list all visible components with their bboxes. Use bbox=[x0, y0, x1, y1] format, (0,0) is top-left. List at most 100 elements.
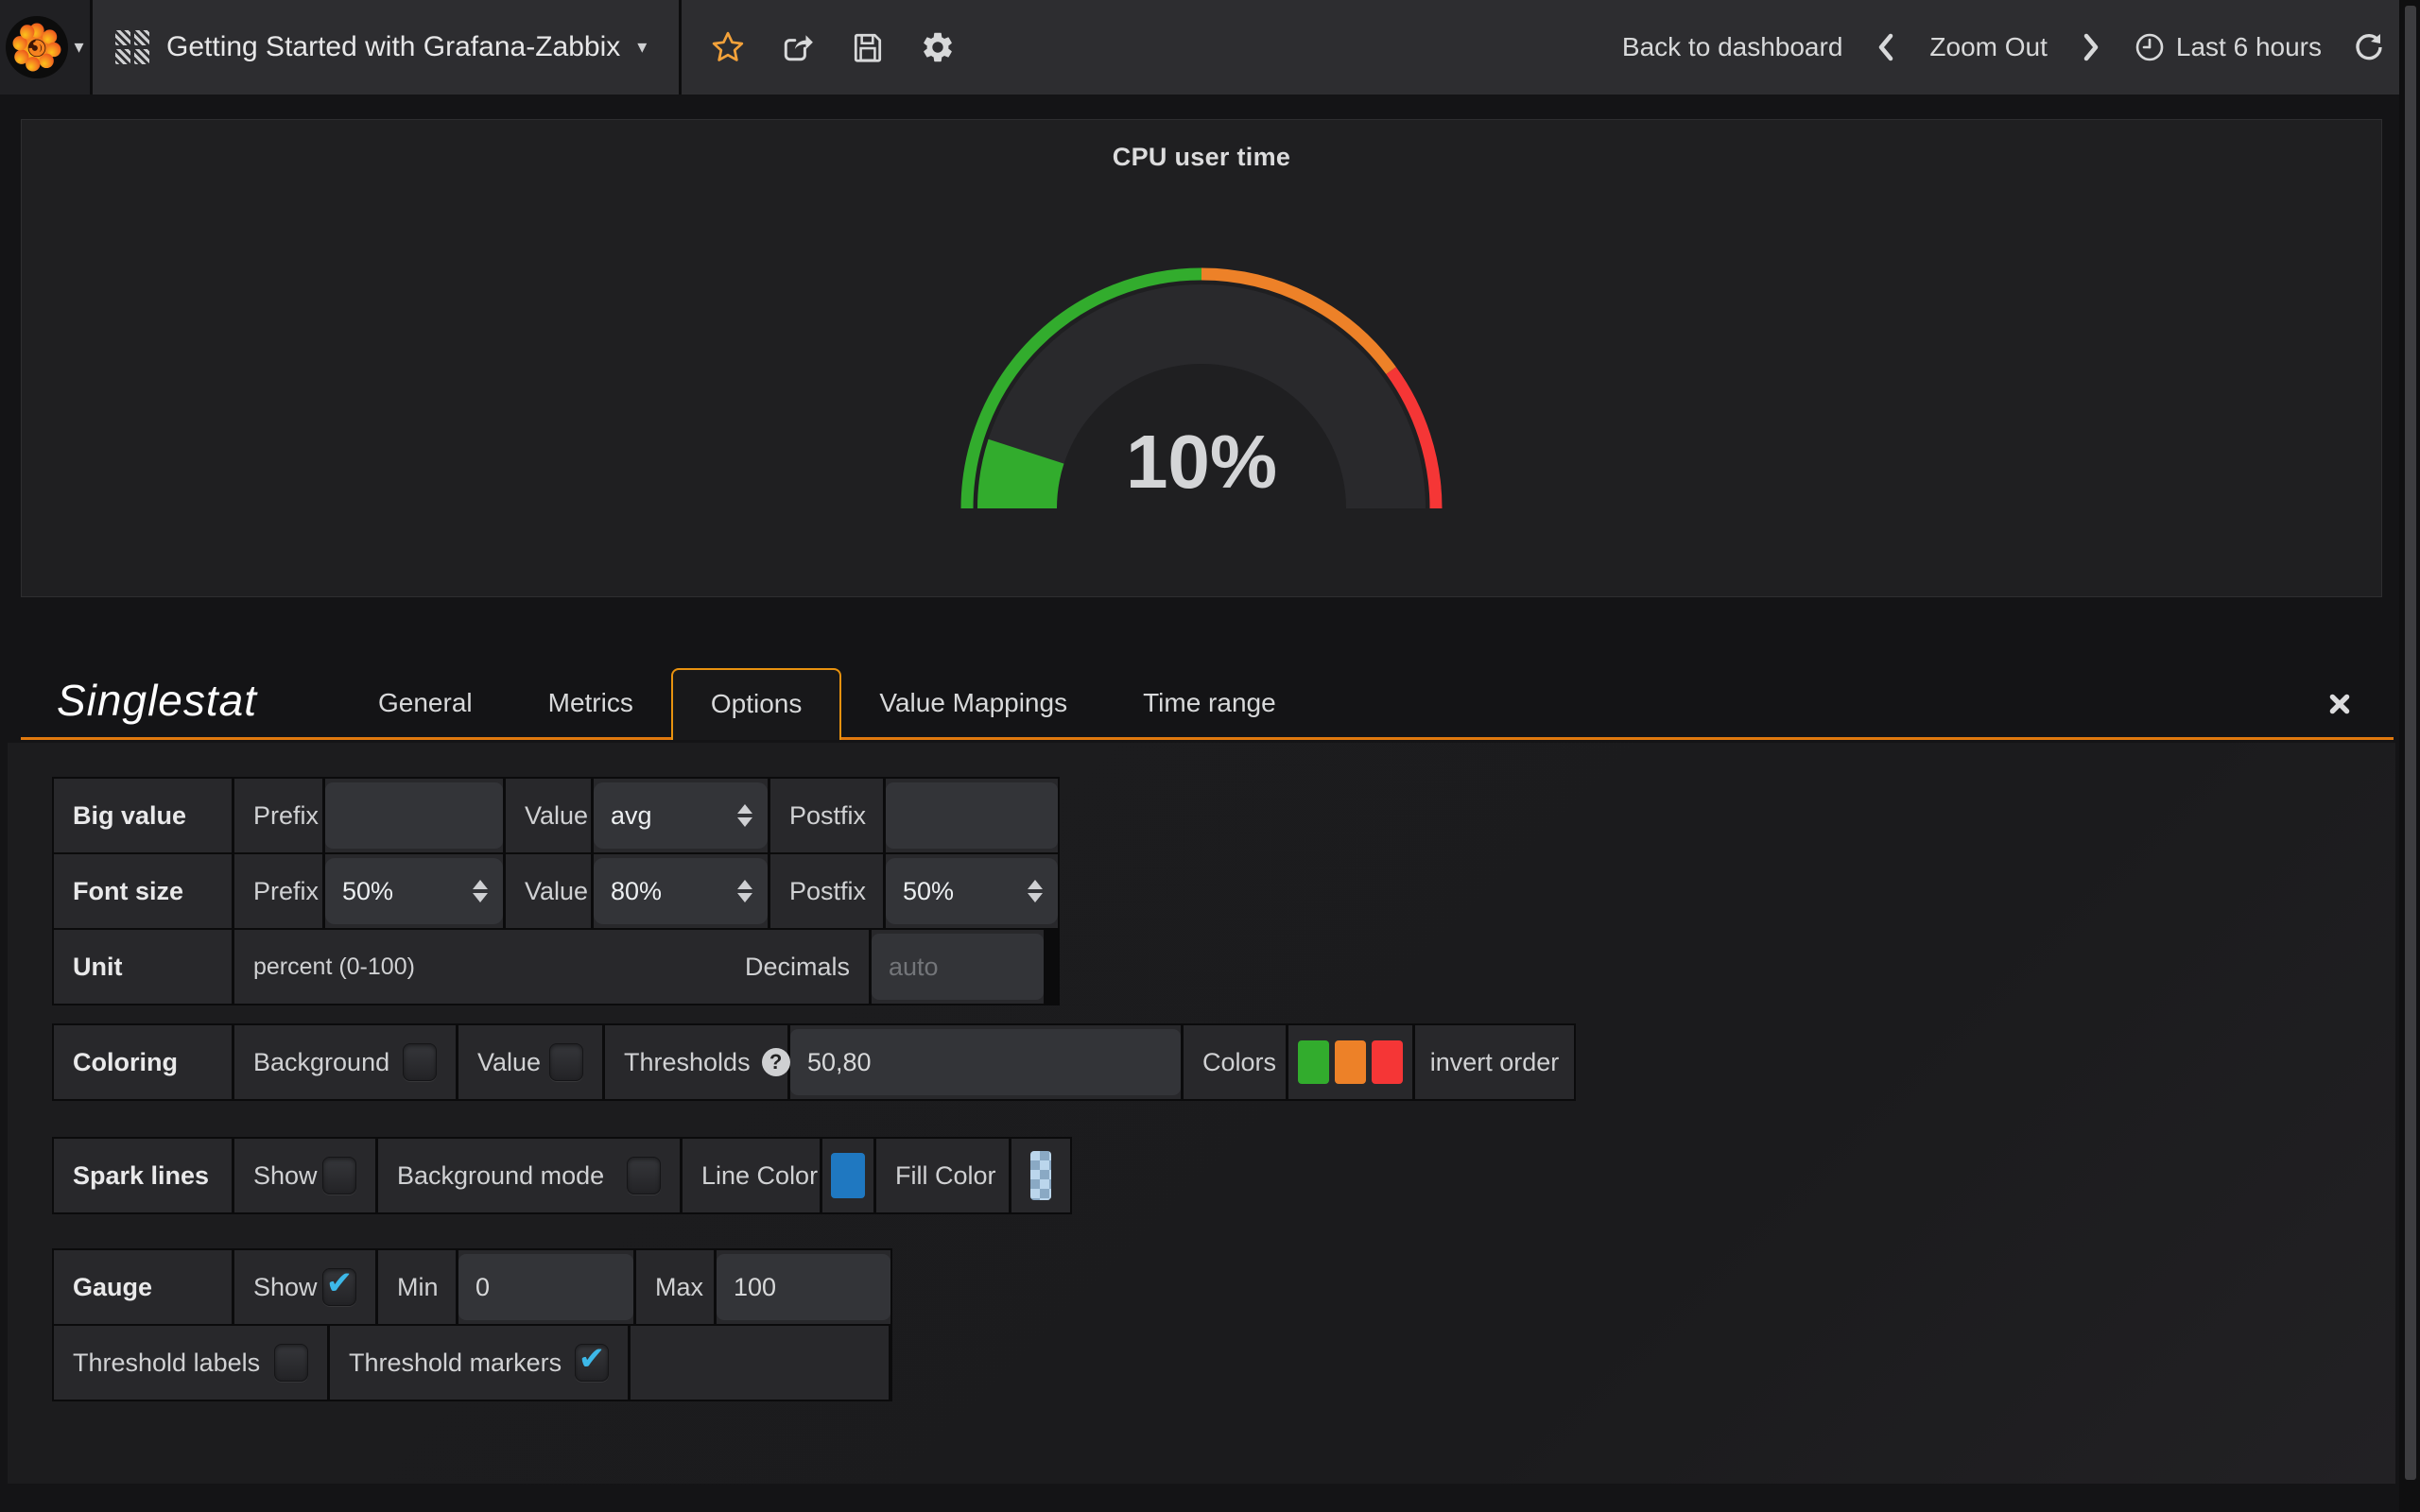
coloring-background-checkbox[interactable]: ✔ bbox=[403, 1043, 437, 1081]
select-arrows-icon bbox=[737, 804, 752, 827]
postfix-label: Postfix bbox=[770, 854, 883, 928]
gauge-label: Gauge bbox=[54, 1250, 232, 1324]
color-swatch-red[interactable] bbox=[1372, 1040, 1403, 1084]
spark-lines-group: Spark lines Show ✔ Background mode ✔ Lin… bbox=[52, 1137, 1072, 1214]
colors-label: Colors bbox=[1184, 1025, 1286, 1099]
dashboard-title-dropdown[interactable]: Getting Started with Grafana-Zabbix ▾ bbox=[93, 0, 682, 94]
spark-lines-row: Spark lines Show ✔ Background mode ✔ Lin… bbox=[54, 1139, 1070, 1212]
coloring-value-checkbox[interactable]: ✔ bbox=[549, 1043, 583, 1081]
font-size-row: Font size Prefix 50% Value 80% Postfix bbox=[54, 854, 1058, 928]
star-button[interactable] bbox=[697, 16, 759, 78]
refresh-icon bbox=[2353, 31, 2385, 63]
zoom-out-button[interactable]: Zoom Out bbox=[1916, 32, 2060, 62]
background-label: Background bbox=[253, 1048, 389, 1077]
tab-metrics[interactable]: Metrics bbox=[510, 668, 671, 737]
top-navbar: ▾ Getting Started with Grafana-Zabbix ▾ bbox=[0, 0, 2420, 94]
panel-type-title: Singlestat bbox=[57, 675, 340, 726]
postfix-font-size-select[interactable]: 50% bbox=[886, 858, 1058, 924]
tab-value-mappings[interactable]: Value Mappings bbox=[841, 668, 1105, 737]
unit-label: Unit bbox=[54, 930, 232, 1004]
gauge-max-input[interactable] bbox=[717, 1254, 890, 1320]
prefix-font-size-select[interactable]: 50% bbox=[325, 858, 503, 924]
caret-down-icon: ▾ bbox=[74, 38, 83, 57]
show-label: Show bbox=[253, 1273, 318, 1302]
threshold-labels-label: Threshold labels bbox=[73, 1349, 260, 1378]
gauge-min-input[interactable] bbox=[458, 1254, 633, 1320]
gauge-value-arc bbox=[1017, 452, 1027, 508]
value-options-group: Big value Prefix Value avg Postfix Font … bbox=[52, 777, 1060, 1005]
color-swatch-orange[interactable] bbox=[1335, 1040, 1366, 1084]
decimals-input[interactable] bbox=[872, 934, 1044, 1000]
tab-options[interactable]: Options bbox=[671, 668, 842, 740]
fill-color-tint bbox=[1030, 1151, 1051, 1200]
spark-show-checkbox[interactable]: ✔ bbox=[322, 1157, 356, 1194]
options-tab-content: Big value Prefix Value avg Postfix Font … bbox=[8, 743, 2395, 1484]
big-value-prefix-input[interactable] bbox=[325, 782, 503, 849]
threshold-color-swatches bbox=[1298, 1040, 1403, 1084]
chevron-left-icon bbox=[1876, 32, 1896, 62]
grafana-app: ▾ Getting Started with Grafana-Zabbix ▾ bbox=[0, 0, 2420, 1512]
fill-color-swatch[interactable] bbox=[1030, 1151, 1051, 1200]
panel-title: CPU user time bbox=[22, 120, 2381, 172]
line-color-swatch[interactable] bbox=[831, 1153, 865, 1198]
navbar-time-controls: Back to dashboard Zoom Out bbox=[1609, 0, 2420, 94]
unit-row: Unit percent (0-100) Decimals bbox=[54, 930, 1058, 1004]
line-color-label: Line Color bbox=[683, 1139, 820, 1212]
thresholds-input[interactable] bbox=[790, 1029, 1181, 1095]
chevron-right-icon bbox=[2081, 32, 2101, 62]
check-icon: ✔ bbox=[326, 1264, 354, 1302]
back-to-dashboard-button[interactable]: Back to dashboard bbox=[1609, 32, 1857, 62]
check-icon: ✔ bbox=[579, 1340, 606, 1378]
threshold-labels-checkbox[interactable]: ✔ bbox=[274, 1344, 308, 1382]
share-button[interactable] bbox=[767, 16, 829, 78]
editor-tabs: General Metrics Options Value Mappings T… bbox=[340, 654, 1314, 737]
gauge-row: Gauge Show ✔ Min Max bbox=[54, 1250, 890, 1324]
save-icon bbox=[851, 30, 885, 64]
settings-button[interactable] bbox=[907, 16, 969, 78]
navbar-actions bbox=[682, 0, 984, 94]
close-editor-button[interactable] bbox=[2327, 692, 2352, 716]
tab-time-range[interactable]: Time range bbox=[1105, 668, 1314, 737]
gauge-value-text: 10% bbox=[1126, 420, 1277, 504]
big-value-postfix-input[interactable] bbox=[886, 782, 1058, 849]
threshold-markers-checkbox[interactable]: ✔ bbox=[575, 1344, 609, 1382]
empty-cell bbox=[631, 1326, 889, 1400]
fill-color-label: Fill Color bbox=[876, 1139, 1009, 1212]
panel-editor-header: Singlestat General Metrics Options Value… bbox=[21, 654, 2394, 740]
value-function-select[interactable]: avg bbox=[594, 782, 768, 849]
value-font-size-select[interactable]: 80% bbox=[594, 858, 768, 924]
clock-icon bbox=[2135, 32, 2165, 62]
help-icon[interactable]: ? bbox=[762, 1048, 790, 1076]
save-button[interactable] bbox=[837, 16, 899, 78]
unit-value-dropdown[interactable]: percent (0-100) bbox=[253, 954, 415, 981]
decimals-label: Decimals bbox=[745, 953, 850, 982]
invert-order-button[interactable]: invert order bbox=[1430, 1048, 1560, 1077]
select-arrows-icon bbox=[1028, 880, 1043, 902]
time-shift-left-button[interactable] bbox=[1865, 16, 1907, 78]
color-swatch-green[interactable] bbox=[1298, 1040, 1329, 1084]
time-picker-button[interactable]: Last 6 hours bbox=[2121, 32, 2335, 62]
show-label: Show bbox=[253, 1161, 318, 1191]
threshold-markers-label: Threshold markers bbox=[349, 1349, 562, 1378]
gauge-show-checkbox[interactable]: ✔ bbox=[322, 1268, 356, 1306]
tab-general[interactable]: General bbox=[340, 668, 510, 737]
scrollbar-track[interactable] bbox=[2399, 0, 2420, 1512]
refresh-button[interactable] bbox=[2344, 16, 2394, 78]
singlestat-panel: CPU user time 10% bbox=[21, 119, 2382, 597]
coloring-group: Coloring Background ✔ Value ✔ Thresholds… bbox=[52, 1023, 1576, 1101]
big-value-row: Big value Prefix Value avg Postfix bbox=[54, 779, 1058, 852]
spark-background-mode-checkbox[interactable]: ✔ bbox=[627, 1157, 661, 1194]
max-label: Max bbox=[636, 1250, 714, 1324]
time-shift-right-button[interactable] bbox=[2070, 16, 2112, 78]
grafana-menu-button[interactable]: ▾ bbox=[0, 0, 93, 94]
grafana-logo bbox=[6, 16, 68, 78]
caret-down-icon: ▾ bbox=[637, 38, 647, 57]
scrollbar-thumb[interactable] bbox=[2405, 6, 2416, 1480]
star-icon bbox=[711, 30, 745, 64]
value-label: Value bbox=[506, 854, 591, 928]
value-label: Value bbox=[506, 779, 591, 852]
dashboard-grid-icon bbox=[115, 30, 149, 64]
gauge-options-group: Gauge Show ✔ Min Max Threshold labels ✔ … bbox=[52, 1248, 892, 1401]
share-icon bbox=[781, 30, 815, 64]
close-icon bbox=[2327, 692, 2352, 716]
